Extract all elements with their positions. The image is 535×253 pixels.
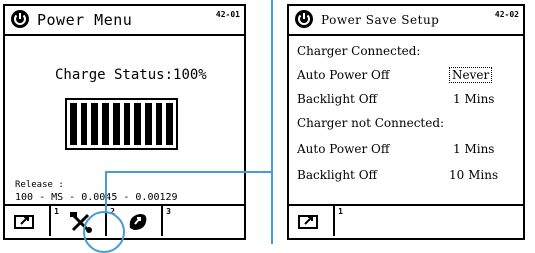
release-value: 100 - MS - 0.0045 - 0.00129: [15, 192, 178, 203]
battery-charge-icon: [14, 215, 34, 229]
title-bar: Power Save Setup 42-02: [289, 6, 523, 36]
battery-cell: [80, 103, 88, 145]
battery-cell: [112, 103, 120, 145]
charge-status-label: Charge Status:: [55, 67, 174, 83]
setting-label: Auto Power Off: [297, 68, 390, 82]
power-menu-screen: Power Menu 42-01 Charge Status:100% Rele…: [3, 4, 246, 240]
battery-cell: [166, 103, 174, 145]
callout-line: [105, 171, 273, 173]
softkey-bar: 1: [289, 204, 523, 238]
battery-cell: [102, 103, 109, 145]
backlight-off-battery-select[interactable]: 10 Mins: [449, 168, 498, 182]
backlight-off-charged-select[interactable]: 1 Mins: [453, 92, 494, 106]
battery-cell: [123, 103, 131, 145]
softkey-1[interactable]: 1: [5, 206, 59, 236]
page-title: Power Menu: [37, 11, 133, 29]
section-heading: Charger not Connected:: [297, 116, 445, 130]
screen-code: 42-02: [494, 10, 519, 19]
softkey-number: 3: [166, 207, 171, 216]
battery-level-gauge: [65, 98, 178, 150]
release-label: Release :: [15, 180, 64, 190]
softkey-number: 1: [54, 207, 59, 216]
callout-line: [105, 171, 107, 213]
callout-highlight-circle: [83, 211, 125, 253]
screen-code: 42-01: [215, 10, 240, 19]
power-icon: [11, 10, 29, 28]
battery-cell: [134, 103, 141, 145]
section-heading: Charger Connected:: [297, 44, 421, 58]
callout-divider: [271, 0, 273, 244]
softkey-number: 1: [338, 207, 343, 216]
power-save-icon: [129, 214, 147, 230]
setting-label: Backlight Off: [297, 168, 378, 182]
page-title: Power Save Setup: [321, 13, 440, 27]
power-save-setup-screen: Power Save Setup 42-02 Charger Connected…: [287, 4, 525, 240]
battery-charge-icon: [298, 215, 318, 229]
charge-status-value: 100%: [173, 67, 207, 83]
softkey-1[interactable]: 1: [289, 206, 343, 236]
charge-status: Charge Status:100%: [55, 67, 207, 83]
auto-power-off-charged-select[interactable]: Never: [449, 67, 493, 83]
battery-cell: [155, 103, 163, 145]
battery-cell: [144, 103, 152, 145]
power-icon: [295, 10, 313, 28]
setting-label: Backlight Off: [297, 92, 378, 106]
auto-power-off-battery-select[interactable]: 1 Mins: [453, 142, 494, 156]
title-bar: Power Menu 42-01: [5, 6, 244, 36]
battery-cell: [91, 103, 99, 145]
battery-cell: [70, 103, 77, 145]
setting-label: Auto Power Off: [297, 142, 390, 156]
